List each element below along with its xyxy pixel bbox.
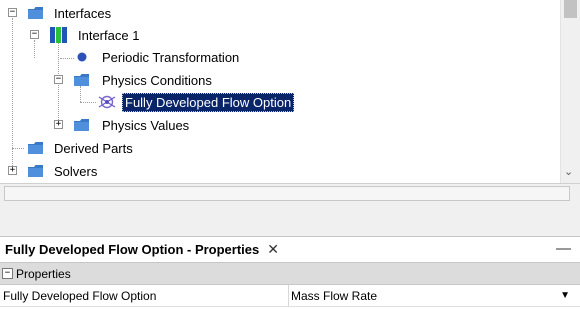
tree-item-interface-1[interactable]: Interface 1 bbox=[72, 24, 139, 46]
tree-item-physics-conditions[interactable]: Physics Conditions bbox=[96, 69, 212, 91]
tree-item-label: Fully Developed Flow Option bbox=[122, 92, 295, 112]
tree-item-label: Physics Conditions bbox=[102, 72, 212, 88]
folder-icon bbox=[28, 142, 43, 154]
property-name: Fully Developed Flow Option bbox=[3, 289, 157, 303]
interface-icon bbox=[50, 27, 67, 43]
minimize-icon[interactable]: — bbox=[556, 240, 571, 257]
collapse-toggle[interactable]: − bbox=[2, 268, 13, 279]
properties-group-label: Properties bbox=[16, 266, 71, 281]
tree-item-derived-parts[interactable]: Derived Parts bbox=[48, 137, 133, 159]
tree-item-periodic-transformation[interactable]: Periodic Transformation bbox=[96, 46, 239, 68]
scrollbar-thumb[interactable] bbox=[564, 0, 577, 18]
tree-item-label: Periodic Transformation bbox=[102, 49, 240, 65]
property-value-dropdown[interactable]: Mass Flow Rate bbox=[291, 289, 377, 303]
scroll-down-icon[interactable]: ⌄ bbox=[564, 165, 573, 178]
folder-icon bbox=[28, 165, 43, 177]
tree-guide-line bbox=[60, 58, 74, 59]
tree-guide-line bbox=[80, 86, 81, 102]
expand-toggle[interactable]: + bbox=[8, 166, 17, 175]
column-divider[interactable] bbox=[288, 285, 289, 307]
tree-item-label: Physics Values bbox=[102, 117, 190, 133]
dot-icon bbox=[77, 52, 87, 62]
folder-icon bbox=[28, 7, 43, 19]
collapse-toggle[interactable]: − bbox=[54, 75, 63, 84]
properties-group-row[interactable]: − Properties bbox=[0, 263, 580, 285]
tree-vertical-scrollbar[interactable]: ⌄ bbox=[560, 0, 580, 183]
tree-horizontal-scrollbar[interactable] bbox=[4, 186, 570, 201]
tree-guide-line bbox=[12, 18, 13, 174]
expand-toggle[interactable]: + bbox=[54, 120, 63, 129]
tree-item-solvers[interactable]: Solvers bbox=[48, 160, 97, 182]
simulation-tree[interactable]: − Interfaces − Interface 1 Periodic Tran… bbox=[0, 0, 560, 183]
tree-guide-line bbox=[80, 102, 96, 103]
tree-item-label: Derived Parts bbox=[54, 140, 133, 156]
tree-item-physics-values[interactable]: Physics Values bbox=[96, 114, 189, 136]
tree-item-label: Solvers bbox=[54, 163, 98, 179]
folder-icon bbox=[74, 119, 89, 131]
tree-item-label: Interfaces bbox=[54, 5, 112, 21]
collapse-toggle[interactable]: − bbox=[8, 8, 17, 17]
tree-item-label: Interface 1 bbox=[78, 27, 140, 43]
property-row: Fully Developed Flow Option Mass Flow Ra… bbox=[0, 285, 580, 307]
tree-guide-line bbox=[34, 40, 35, 58]
close-icon[interactable]: ✕ bbox=[267, 241, 279, 258]
folder-icon bbox=[74, 74, 89, 86]
physics-condition-icon bbox=[98, 95, 116, 109]
tree-guide-line bbox=[12, 148, 24, 149]
properties-panel-title: Fully Developed Flow Option - Properties bbox=[5, 242, 260, 257]
collapse-toggle[interactable]: − bbox=[30, 30, 39, 39]
tree-item-fully-developed-flow-option[interactable]: Fully Developed Flow Option bbox=[120, 91, 295, 113]
tree-item-interfaces[interactable]: Interfaces bbox=[48, 2, 111, 24]
properties-panel-header: Fully Developed Flow Option - Properties… bbox=[0, 236, 580, 263]
dropdown-arrow-icon[interactable]: ▼ bbox=[560, 290, 570, 301]
